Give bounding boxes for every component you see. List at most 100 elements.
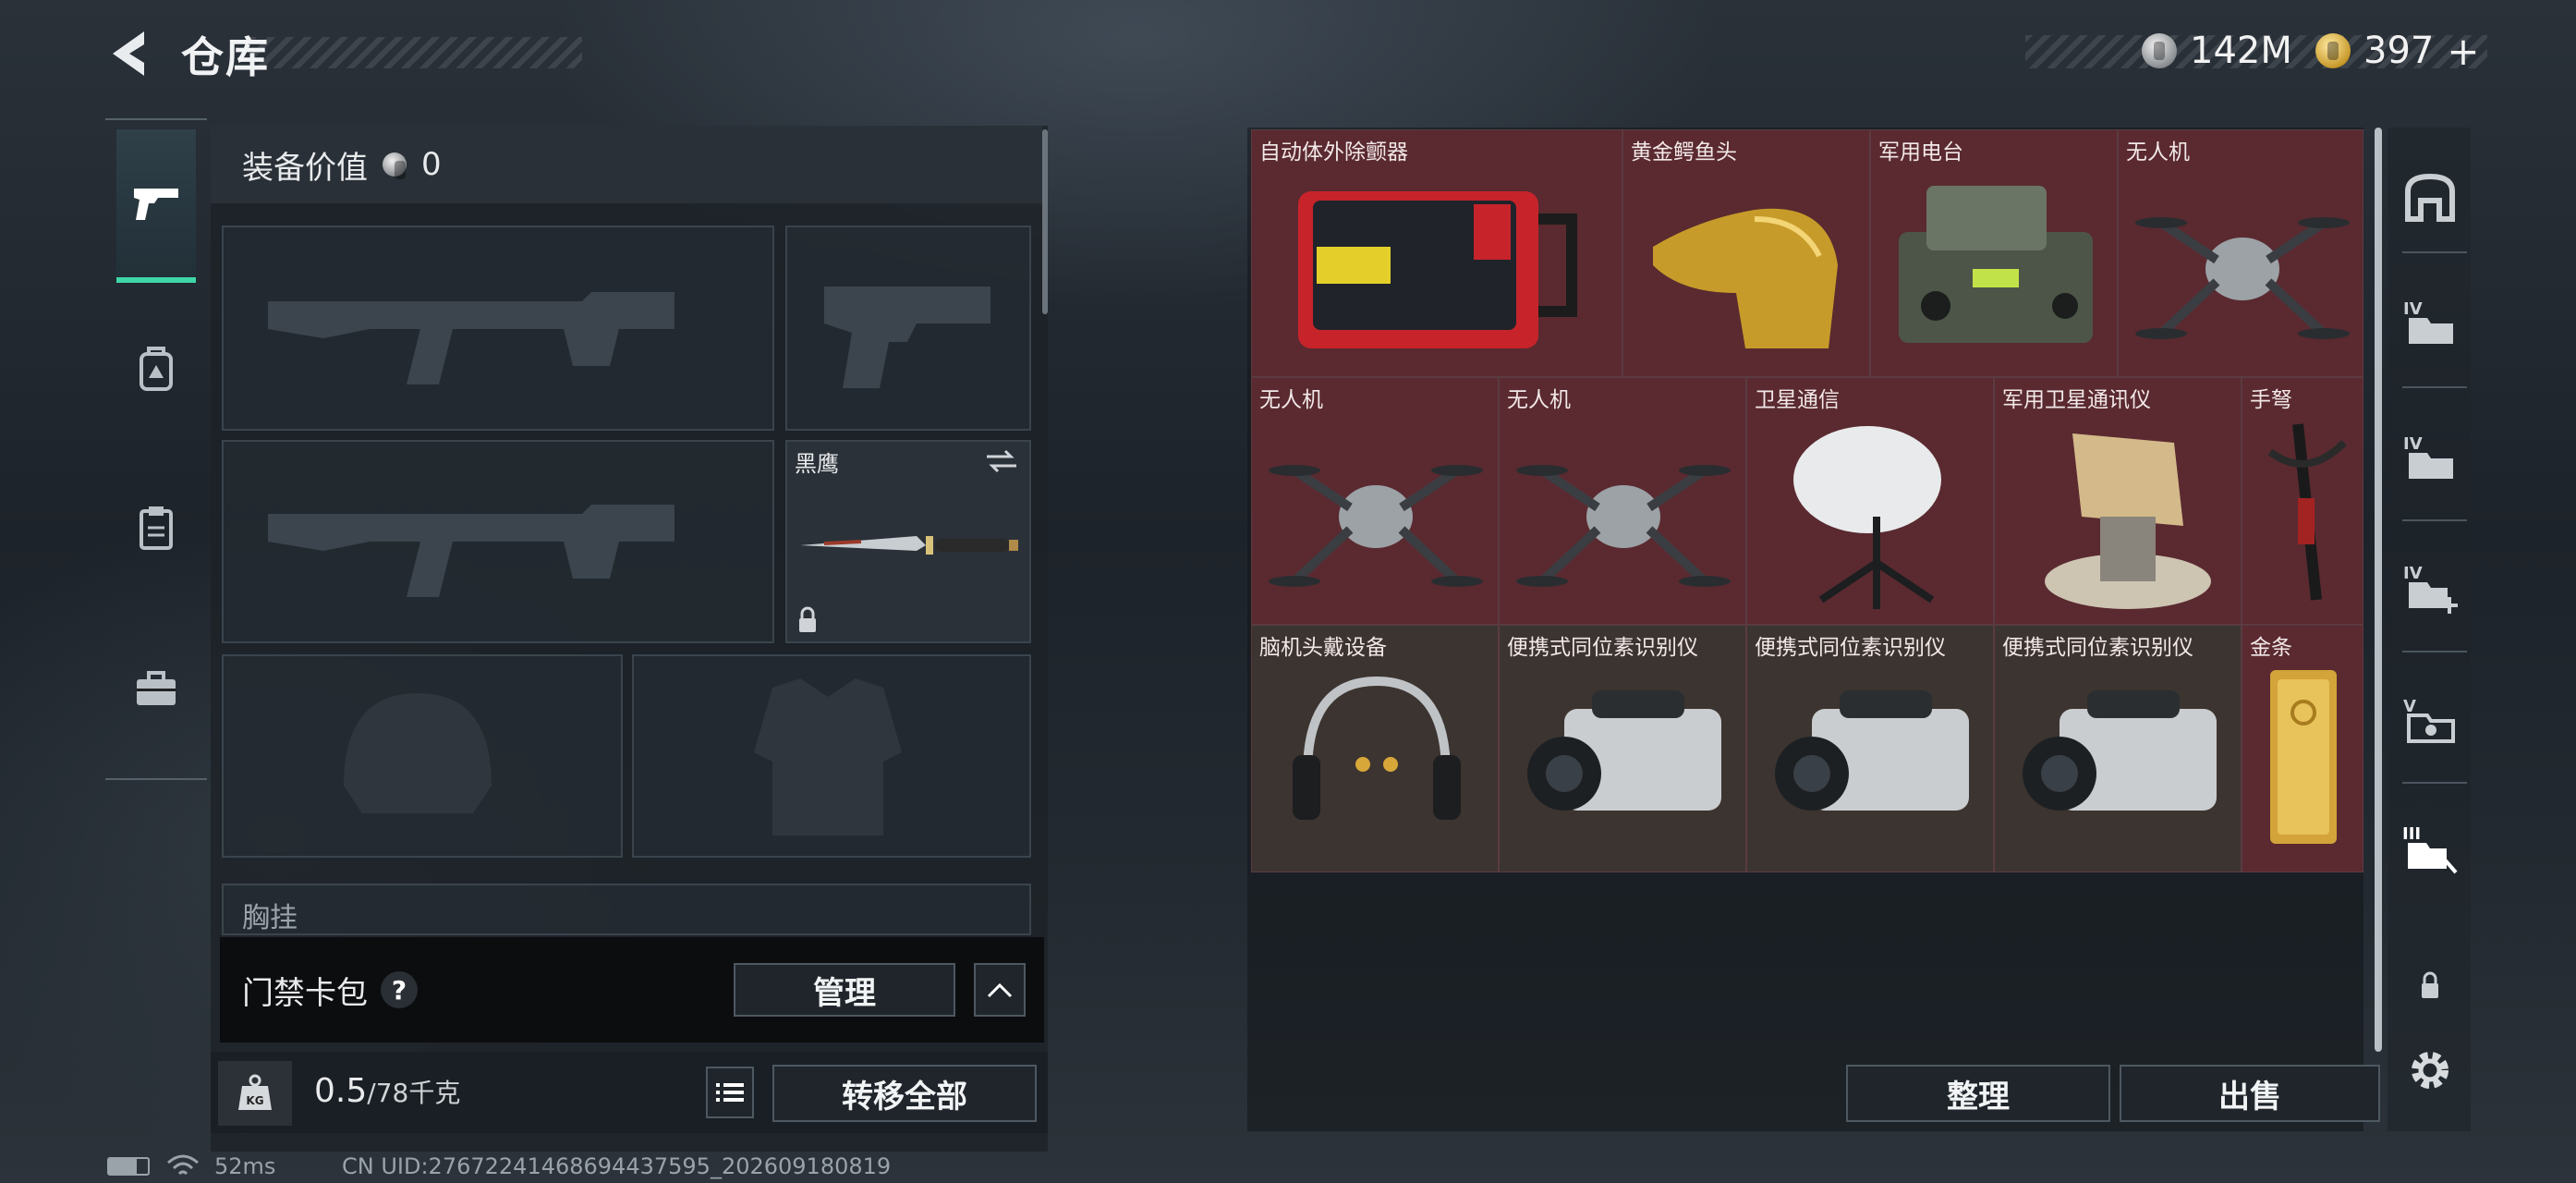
item-name: 军用卫星通讯仪	[2002, 388, 2151, 412]
stash-item[interactable]: 无人机	[1499, 377, 1746, 625]
svg-text:IV: IV	[2403, 299, 2423, 319]
stash-item[interactable]: 金条	[2242, 625, 2363, 872]
chest-rig-slot[interactable]: 胸挂	[222, 884, 1031, 935]
backpack-icon	[140, 347, 173, 391]
tab-weapons[interactable]	[116, 129, 196, 283]
brain-headset-icon	[1293, 676, 1461, 820]
stash-item[interactable]: 军用电台	[1870, 129, 2118, 377]
clipboard-icon	[140, 506, 173, 550]
rail-page-iv-2[interactable]: IV	[2395, 421, 2465, 492]
weight-readout: 0.5/78千克	[314, 1072, 460, 1110]
isotope-identifier-icon	[2023, 690, 2217, 811]
back-arrow-icon[interactable]	[103, 26, 159, 81]
item-name: 脑机头戴设备	[1259, 636, 1387, 660]
stash-item[interactable]: 自动体外除颤器	[1251, 129, 1622, 377]
gold-crocodile-head-icon	[1653, 208, 1838, 348]
pistol-icon	[134, 189, 178, 220]
help-icon[interactable]: ?	[381, 971, 418, 1008]
page-title: 仓库	[181, 32, 270, 82]
vault-icon	[2405, 173, 2455, 222]
item-name: 无人机	[1507, 388, 1571, 412]
tab-backpack[interactable]	[116, 329, 196, 409]
item-name: 自动体外除颤器	[1259, 140, 1408, 165]
rail-locked	[2395, 950, 2465, 1020]
rail-page-iv-1[interactable]: IV	[2395, 287, 2465, 357]
gold-bar-icon	[2270, 670, 2337, 844]
list-view-button[interactable]	[706, 1067, 754, 1118]
stash-item[interactable]: 便携式同位素识别仪	[1746, 625, 1994, 872]
swap-icon[interactable]	[983, 447, 1020, 475]
rail-divider	[2402, 651, 2467, 652]
kg-weight-icon: KG	[238, 1074, 272, 1110]
svg-text:V: V	[2403, 697, 2416, 716]
folder-iv-icon: IV	[2403, 434, 2453, 479]
folder-iv-icon: IV	[2403, 299, 2453, 344]
weight-current: 0.5	[314, 1072, 368, 1110]
rail-vault[interactable]	[2395, 163, 2465, 233]
equipment-scrollbar[interactable]	[1042, 129, 1048, 314]
rifle-silhouette-icon	[268, 505, 674, 597]
sell-button[interactable]: 出售	[2120, 1065, 2380, 1122]
armor-slot[interactable]	[632, 654, 1031, 858]
ping-readout: 52ms	[214, 1153, 276, 1179]
item-name: 无人机	[2126, 140, 2190, 165]
rail-page-add[interactable]: IV	[2395, 553, 2465, 623]
helmet-silhouette-icon	[344, 693, 492, 813]
melee-slot[interactable]: 黑鹰	[785, 440, 1031, 643]
secondary-weapon-slot[interactable]	[222, 440, 774, 643]
stash-item[interactable]: 卫星通信	[1746, 377, 1994, 625]
svg-text:III: III	[2402, 824, 2421, 844]
stash-item[interactable]: 无人机	[1251, 377, 1499, 625]
helmet-slot[interactable]	[222, 654, 623, 858]
tab-toolbox[interactable]	[116, 649, 196, 728]
rail-page-iii[interactable]: III	[2395, 813, 2465, 884]
svg-text:IV: IV	[2403, 434, 2423, 454]
lock-icon	[799, 606, 816, 632]
stash-scrollbar[interactable]	[2375, 128, 2382, 1052]
isotope-identifier-icon	[1775, 690, 1969, 811]
chevron-up-icon	[987, 982, 1013, 998]
military-radio-icon	[1899, 186, 2093, 343]
stash-item[interactable]: 便携式同位素识别仪	[1994, 625, 2242, 872]
sort-button[interactable]: 整理	[1846, 1065, 2110, 1122]
rail-divider	[2402, 251, 2467, 253]
stash-item[interactable]: 黄金鳄鱼头	[1622, 129, 1870, 377]
rail-page-v[interactable]: V	[2395, 684, 2465, 754]
add-currency-icon[interactable]: +	[2447, 29, 2479, 74]
toolbox-icon	[137, 671, 176, 705]
stash-item[interactable]: 便携式同位素识别仪	[1499, 625, 1746, 872]
svg-text:IV: IV	[2403, 564, 2423, 583]
settings-button[interactable]	[2395, 1035, 2465, 1105]
drone-icon	[2135, 217, 2350, 339]
item-name: 黄金鳄鱼头	[1631, 140, 1737, 165]
collapse-button[interactable]	[974, 963, 1026, 1017]
sidearm-slot[interactable]	[785, 226, 1031, 431]
hand-crossbow-icon	[2267, 423, 2347, 601]
lock-icon	[2422, 971, 2438, 998]
folder-add-icon: IV	[2403, 564, 2458, 614]
rail-divider	[2402, 519, 2467, 521]
equipment-value-header: 装备价值 0	[211, 126, 1042, 203]
primary-weapon-slot[interactable]	[222, 226, 774, 431]
title-decoration	[249, 37, 582, 68]
folder-v-icon: V	[2403, 697, 2455, 743]
silver-currency: 142M	[2142, 26, 2292, 76]
item-name: 手弩	[2250, 388, 2292, 412]
weight-icon-box: KG	[218, 1061, 292, 1126]
gold-currency[interactable]: 397 +	[2315, 26, 2480, 76]
transfer-all-button[interactable]: 转移全部	[772, 1065, 1037, 1122]
pistol-silhouette-icon	[824, 287, 990, 388]
rifle-silhouette-icon	[268, 292, 674, 384]
stash-item[interactable]: 手弩	[2242, 377, 2363, 625]
drone-icon	[1516, 465, 1731, 587]
silver-coin-icon	[2142, 33, 2177, 68]
gear-icon	[2412, 1052, 2448, 1089]
manage-button[interactable]: 管理	[734, 963, 955, 1017]
item-name: 便携式同位素识别仪	[1507, 636, 1698, 660]
tab-rig[interactable]	[116, 488, 196, 567]
stash-item[interactable]: 脑机头戴设备	[1251, 625, 1499, 872]
stash-item[interactable]: 无人机	[2118, 129, 2363, 377]
stash-item[interactable]: 军用卫星通讯仪	[1994, 377, 2242, 625]
rail-divider	[2402, 386, 2467, 388]
wifi-icon	[167, 1154, 199, 1176]
